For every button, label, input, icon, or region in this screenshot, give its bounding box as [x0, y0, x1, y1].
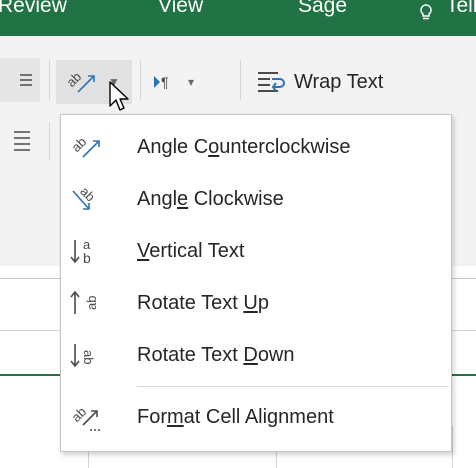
- align-justify-icon: [14, 131, 30, 151]
- angle-counterclockwise-icon: ab: [69, 130, 103, 164]
- tab-view[interactable]: View: [158, 0, 203, 18]
- orientation-menu: ab Angle Counterclockwise ab Angle Clock…: [60, 114, 452, 452]
- rotate-text-down-icon: ab: [69, 338, 103, 372]
- menu-item-rotate-text-up[interactable]: ab Rotate Text Up: [61, 277, 451, 329]
- ribbon-separator: [140, 60, 141, 100]
- svg-text:¶: ¶: [161, 74, 169, 90]
- menu-item-label: Format Cell Alignment: [137, 405, 334, 428]
- wrap-text-icon: [258, 72, 285, 92]
- vertical-text-icon: a b: [69, 234, 103, 268]
- menu-item-angle-clockwise[interactable]: ab Angle Clockwise: [61, 173, 451, 225]
- lightbulb-icon[interactable]: [418, 4, 434, 20]
- menu-item-format-cell-alignment[interactable]: ab Format Cell Alignment: [61, 391, 451, 443]
- svg-text:ab: ab: [81, 350, 96, 364]
- wrap-text-label: Wrap Text: [294, 70, 384, 93]
- menu-item-label: Angle Clockwise: [137, 187, 284, 210]
- gridline: [452, 426, 453, 468]
- svg-text:ab: ab: [64, 69, 84, 90]
- svg-text:ab: ab: [84, 296, 99, 310]
- svg-text:ab: ab: [69, 134, 89, 155]
- ribbon-separator: [240, 60, 241, 100]
- text-direction-button[interactable]: ¶ ▾: [152, 66, 194, 98]
- ribbon-separator: [49, 60, 50, 100]
- tab-tell-me[interactable]: Tell me: [446, 0, 476, 18]
- align-justify-button[interactable]: [0, 118, 40, 162]
- menu-item-rotate-text-down[interactable]: ab Rotate Text Down: [61, 329, 451, 381]
- angle-clockwise-icon: ab: [69, 182, 103, 216]
- align-right-button[interactable]: [0, 58, 40, 102]
- wrap-text-button[interactable]: Wrap Text: [256, 64, 383, 100]
- rotate-text-up-icon: ab: [69, 286, 103, 320]
- tab-sage[interactable]: Sage: [298, 0, 347, 18]
- menu-item-label: Vertical Text: [137, 239, 245, 262]
- chevron-down-icon: ▼: [108, 75, 120, 89]
- alignment-row-1: ab ▼ ¶ ▾ Wrap Text: [0, 36, 476, 104]
- text-direction-icon: ¶: [154, 74, 169, 90]
- svg-text:ab: ab: [77, 184, 98, 205]
- align-right-icon: [20, 74, 32, 86]
- menu-item-angle-counterclockwise[interactable]: ab Angle Counterclockwise: [61, 121, 451, 173]
- format-cell-alignment-icon: ab: [69, 400, 103, 434]
- menu-item-label: Rotate Text Up: [137, 291, 269, 314]
- menu-item-label: Rotate Text Down: [137, 343, 295, 366]
- menu-separator: [137, 386, 449, 387]
- tab-review[interactable]: Review: [0, 0, 67, 18]
- ribbon-separator: [49, 122, 50, 160]
- angle-counterclockwise-icon: ab: [63, 66, 98, 103]
- chevron-down-icon: ▾: [188, 75, 195, 89]
- menu-item-label: Angle Counterclockwise: [137, 135, 351, 158]
- menu-item-vertical-text[interactable]: a b Vertical Text: [61, 225, 451, 277]
- orientation-button[interactable]: ab ▼: [56, 60, 132, 104]
- ribbon-tab-bar: Review View Sage Tell me: [0, 0, 476, 36]
- svg-text:b: b: [83, 250, 91, 266]
